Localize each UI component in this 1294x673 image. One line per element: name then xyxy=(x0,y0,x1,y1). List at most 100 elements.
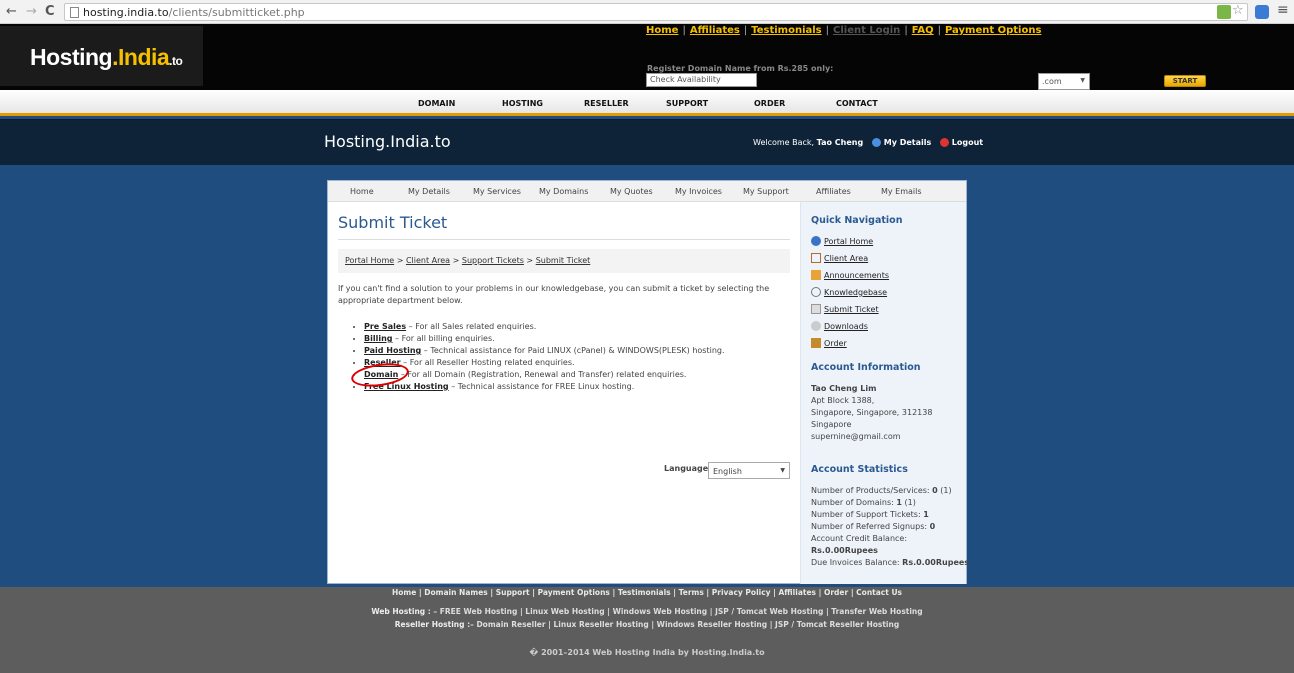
stat-value: Rs.0.00Rupees xyxy=(811,546,878,555)
search-icon xyxy=(811,287,821,297)
main-nav: DOMAIN HOSTING RESELLER SUPPORT ORDER CO… xyxy=(0,90,1294,116)
quicknav-label[interactable]: Submit Ticket xyxy=(824,305,879,314)
top-link-payment-options[interactable]: Payment Options xyxy=(945,25,1041,36)
quicknav-label[interactable]: Portal Home xyxy=(824,237,873,246)
quicknav-label[interactable]: Client Area xyxy=(824,254,868,263)
subnav-home[interactable]: Home xyxy=(350,187,374,196)
profile-icon[interactable] xyxy=(1255,5,1269,19)
stat-label: Due Invoices Balance: xyxy=(811,558,900,567)
top-link-testimonials[interactable]: Testimonials xyxy=(751,25,821,36)
footer-web-hosting-link[interactable]: Web Hosting xyxy=(371,607,425,616)
subnav-my-emails[interactable]: My Emails xyxy=(881,187,922,196)
client-site-title[interactable]: Hosting.India.to xyxy=(324,132,451,151)
breadcrumb-sep: > xyxy=(523,256,536,265)
top-links: Home | Affiliates | Testimonials | Client Logi… xyxy=(646,25,1042,36)
back-icon[interactable]: ← xyxy=(6,4,17,19)
intro-line-1: If you can't find a solution to your pro… xyxy=(338,284,770,293)
nav-domain[interactable]: DOMAIN xyxy=(418,99,455,108)
quicknav-label[interactable]: Knowledgebase xyxy=(824,288,887,297)
footer-web-hosting-row: Web Hosting : – FREE Web Hosting | Linux… xyxy=(0,607,1294,616)
announcement-icon xyxy=(811,270,821,280)
quicknav-label[interactable]: Downloads xyxy=(824,322,868,331)
account-email: supernine@gmail.com xyxy=(811,432,901,441)
subnav-my-invoices[interactable]: My Invoices xyxy=(675,187,722,196)
user-icon xyxy=(871,138,881,147)
breadcrumb-support-tickets[interactable]: Support Tickets xyxy=(462,256,524,265)
url-path: /clients/submitticket.php xyxy=(168,6,305,19)
start-button[interactable]: START xyxy=(1164,75,1206,87)
breadcrumb-client-area[interactable]: Client Area xyxy=(406,256,450,265)
top-link-faq[interactable]: FAQ xyxy=(912,25,934,36)
menu-icon[interactable]: ≡ xyxy=(1277,2,1289,18)
stat-label: Account Credit Balance: xyxy=(811,534,908,543)
top-link-affiliates[interactable]: Affiliates xyxy=(690,25,740,36)
quicknav-announcements[interactable]: Announcements xyxy=(811,270,889,280)
nav-support[interactable]: SUPPORT xyxy=(666,99,708,108)
address-bar[interactable]: hosting.india.to/clients/submitticket.ph… xyxy=(64,3,1248,21)
subnav-my-services[interactable]: My Services xyxy=(473,187,521,196)
top-link-client-login[interactable]: Client Login xyxy=(833,25,900,36)
site-footer: Home | Domain Names | Support | Payment … xyxy=(0,587,1294,673)
subnav-my-details[interactable]: My Details xyxy=(408,187,450,196)
dept-desc: – Technical assistance for Paid LINUX (c… xyxy=(421,346,725,355)
star-icon[interactable]: ☆ xyxy=(1232,3,1246,18)
intro-line-2: appropriate department below. xyxy=(338,296,463,305)
domain-check-input[interactable]: Check Availability xyxy=(646,73,757,87)
language-select[interactable]: English ▼ xyxy=(708,462,790,479)
chevron-down-icon: ▼ xyxy=(1080,77,1085,84)
my-details-link[interactable]: My Details xyxy=(884,138,932,147)
list-item: Free Linux Hosting – Technical assistanc… xyxy=(364,381,725,393)
top-link-home[interactable]: Home xyxy=(646,25,678,36)
nav-order[interactable]: ORDER xyxy=(754,99,785,108)
dept-desc: – For all Domain (Registration, Renewal … xyxy=(398,370,687,379)
title-divider xyxy=(338,239,790,240)
forward-icon[interactable]: → xyxy=(26,4,37,19)
account-address-line1: Apt Block 1388, xyxy=(811,396,875,405)
dept-desc: – For all Reseller Hosting related enqui… xyxy=(400,358,575,367)
footer-links[interactable]: Home | Domain Names | Support | Payment … xyxy=(0,588,1294,597)
department-list: Pre Sales – For all Sales related enquir… xyxy=(355,321,725,393)
footer-reseller-hosting-link[interactable]: Reseller Hosting xyxy=(395,620,465,629)
footer-copyright: � 2001–2014 Web Hosting India by Hosting… xyxy=(529,648,765,657)
logout-link[interactable]: Logout xyxy=(952,138,983,147)
subnav-my-support[interactable]: My Support xyxy=(743,187,789,196)
nav-hosting[interactable]: HOSTING xyxy=(502,99,543,108)
client-header: Hosting.India.to Welcome Back, Tao Cheng… xyxy=(0,119,1294,165)
dept-paid-hosting-link[interactable]: Paid Hosting xyxy=(364,346,421,355)
breadcrumb-portal-home[interactable]: Portal Home xyxy=(345,256,394,265)
breadcrumb-submit-ticket[interactable]: Submit Ticket xyxy=(536,256,591,265)
quicknav-knowledgebase[interactable]: Knowledgebase xyxy=(811,287,887,297)
logo-accent: .India xyxy=(112,44,170,70)
nav-reseller[interactable]: RESELLER xyxy=(584,99,629,108)
quicknav-downloads[interactable]: Downloads xyxy=(811,321,868,331)
quicknav-order[interactable]: Order xyxy=(811,338,847,348)
dept-billing-link[interactable]: Billing xyxy=(364,334,393,343)
stat-value: 1 xyxy=(923,510,929,519)
account-stats: Number of Products/Services: 0 (1) Numbe… xyxy=(811,485,969,569)
nav-contact[interactable]: CONTACT xyxy=(836,99,878,108)
reload-icon[interactable]: C xyxy=(45,4,55,19)
breadcrumb: Portal Home > Client Area > Support Tick… xyxy=(338,249,790,273)
stat-label: Number of Support Tickets: xyxy=(811,510,921,519)
quicknav-label[interactable]: Announcements xyxy=(824,271,889,280)
quicknav-portal-home[interactable]: Portal Home xyxy=(811,236,873,246)
subnav-my-domains[interactable]: My Domains xyxy=(539,187,588,196)
logo-main: Hosting xyxy=(30,44,113,70)
page-title: Submit Ticket xyxy=(338,213,448,232)
site-logo[interactable]: Hosting.India.to xyxy=(0,26,203,86)
subnav-affiliates[interactable]: Affiliates xyxy=(816,187,851,196)
quicknav-submit-ticket[interactable]: Submit Ticket xyxy=(811,304,879,314)
subnav-my-quotes[interactable]: My Quotes xyxy=(610,187,653,196)
account-statistics-heading: Account Statistics xyxy=(811,464,908,475)
quicknav-label[interactable]: Order xyxy=(824,339,847,348)
browser-toolbar: ← → C hosting.india.to/clients/submittic… xyxy=(0,0,1294,24)
account-information-heading: Account Information xyxy=(811,362,921,373)
extension-icon[interactable] xyxy=(1217,5,1231,19)
tld-select[interactable]: .com ▼ xyxy=(1038,73,1090,90)
account-name: Tao Cheng Lim xyxy=(811,384,877,393)
quicknav-client-area[interactable]: Client Area xyxy=(811,253,868,263)
stat-value: 1 xyxy=(896,498,902,507)
dept-pre-sales-link[interactable]: Pre Sales xyxy=(364,322,406,331)
home-icon xyxy=(811,253,821,263)
address-url: hosting.india.to/clients/submitticket.ph… xyxy=(83,6,305,19)
